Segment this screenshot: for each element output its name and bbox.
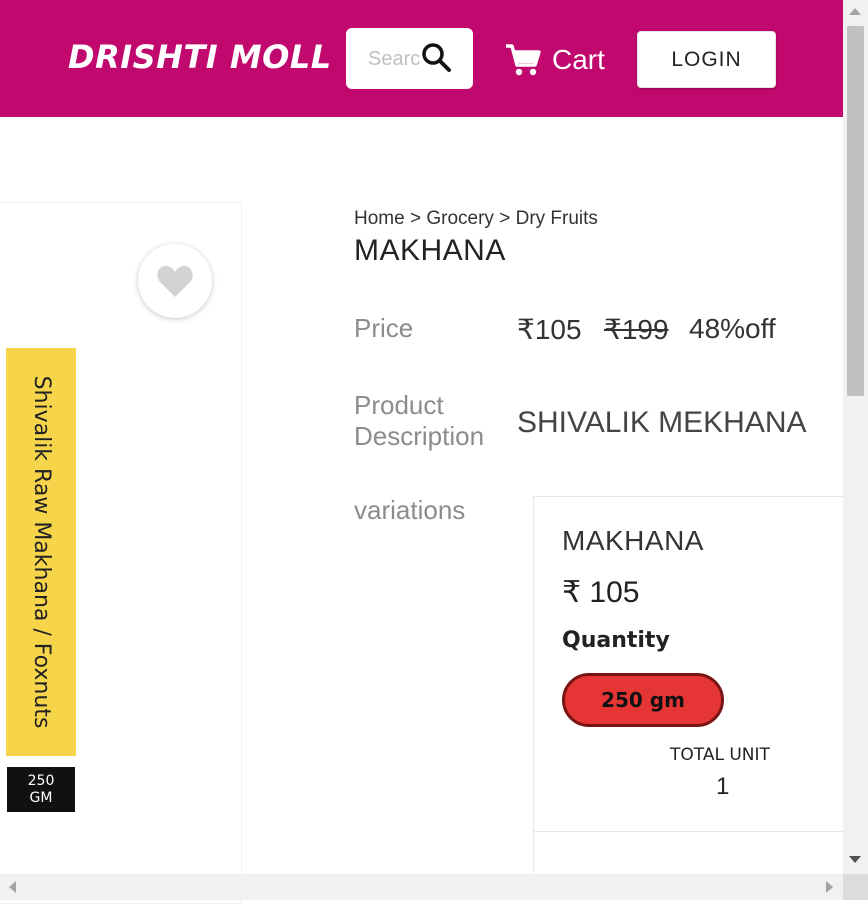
- cart-icon: [506, 44, 541, 76]
- search-input[interactable]: [366, 44, 422, 74]
- search-box[interactable]: [346, 28, 473, 89]
- price-mrp: ₹199: [604, 314, 669, 345]
- product-title: MAKHANA: [354, 234, 506, 267]
- search-icon[interactable]: [420, 41, 454, 75]
- breadcrumb-separator: >: [499, 208, 511, 229]
- variations-label: variations: [354, 495, 466, 525]
- total-unit-value: 1: [716, 773, 730, 800]
- product-image: Shivalik Raw Makhana / Foxnuts: [6, 348, 76, 756]
- product-image-label: Shivalik Raw Makhana / Foxnuts: [29, 375, 54, 729]
- description-label-line1: Product: [354, 390, 444, 420]
- breadcrumb-grocery[interactable]: Grocery: [426, 208, 494, 229]
- cart-label: Cart: [552, 44, 605, 75]
- cart-link[interactable]: Cart: [504, 40, 605, 80]
- wishlist-button[interactable]: [138, 244, 212, 318]
- price-label: Price: [354, 313, 414, 343]
- vertical-scroll-thumb[interactable]: [847, 26, 864, 396]
- brand-logo[interactable]: DRISHTI MOLL: [68, 38, 332, 76]
- breadcrumb-dry-fruits[interactable]: Dry Fruits: [516, 208, 598, 229]
- description-label-line2: Description: [354, 421, 485, 451]
- scroll-up-arrow-icon[interactable]: [849, 8, 861, 15]
- description-label: Product Description: [354, 390, 484, 452]
- login-button[interactable]: LOGIN: [637, 31, 776, 88]
- scroll-left-arrow-icon[interactable]: [9, 881, 16, 893]
- heart-icon: [157, 265, 193, 297]
- breadcrumb-home[interactable]: Home: [354, 208, 405, 229]
- scroll-down-arrow-icon[interactable]: [849, 856, 861, 863]
- variation-price: ₹ 105: [562, 576, 640, 609]
- breadcrumb: Home > Grocery > Dry Fruits: [354, 208, 598, 230]
- quantity-label: Quantity: [562, 628, 670, 653]
- variation-name: MAKHANA: [562, 525, 704, 556]
- product-image-weight-badge: 250 GM: [7, 767, 75, 812]
- scrollbar-corner: [843, 874, 868, 900]
- product-description: SHIVALIK MEKHANA: [517, 406, 807, 439]
- total-unit-label: TOTAL UNIT: [670, 745, 770, 765]
- header: DRISHTI MOLL Cart LOGIN: [0, 0, 843, 117]
- breadcrumb-separator: >: [409, 208, 422, 229]
- horizontal-scrollbar[interactable]: [0, 874, 843, 900]
- pack-weight-unit: GM: [29, 789, 53, 806]
- pack-weight-number: 250: [27, 772, 55, 789]
- discount-label: 48%off: [689, 313, 776, 344]
- vertical-scrollbar[interactable]: [843, 0, 868, 874]
- scroll-right-arrow-icon[interactable]: [826, 881, 833, 893]
- quantity-option-250gm[interactable]: 250 gm: [562, 673, 724, 727]
- price-current: ₹105: [517, 314, 582, 345]
- variation-card: MAKHANA ₹ 105 Quantity 250 gm TOTAL UNIT…: [533, 496, 853, 832]
